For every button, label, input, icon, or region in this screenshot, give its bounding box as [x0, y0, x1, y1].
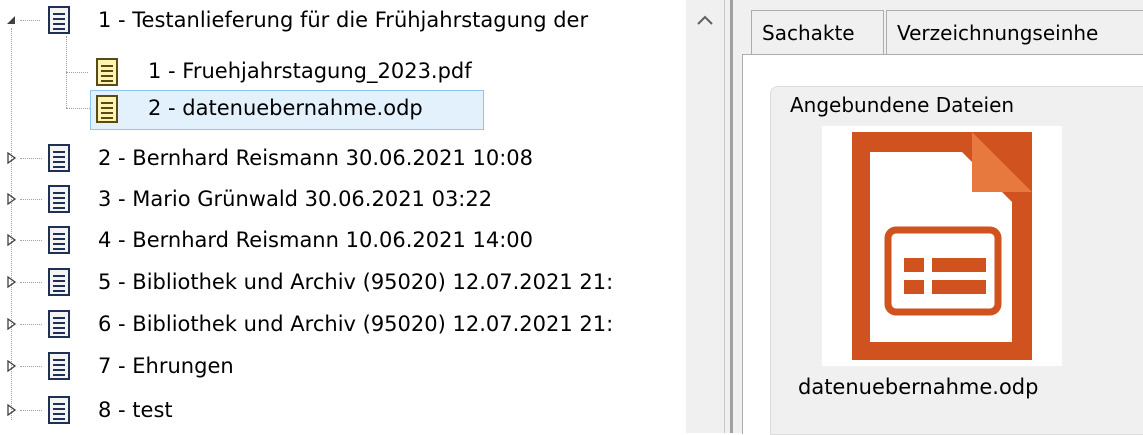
collapse-arrow-icon[interactable]: [5, 14, 17, 26]
document-icon: [48, 352, 70, 380]
document-icon: [48, 268, 70, 296]
tree-child-item[interactable]: 1 - Fruehjahrstagung_2023.pdf: [0, 50, 686, 90]
tree-connector: [20, 324, 42, 325]
tree-item[interactable]: 8 - test: [0, 390, 686, 430]
tab-sachakte[interactable]: Sachakte: [751, 10, 884, 54]
tree-item-label: 1 - Fruehjahrstagung_2023.pdf: [148, 59, 472, 83]
document-icon: [48, 144, 70, 172]
expand-arrow-icon[interactable]: [6, 234, 18, 246]
document-icon: [48, 185, 70, 213]
tree-scrollbar[interactable]: [686, 0, 724, 433]
tab-verzeichnungseinheit[interactable]: Verzeichnungseinhe: [886, 10, 1143, 54]
document-icon: [48, 6, 70, 34]
tree-item[interactable]: 5 - Bibliothek und Archiv (95020) 12.07.…: [0, 264, 686, 304]
document-icon: [48, 226, 70, 254]
tree-connector: [20, 282, 42, 283]
scroll-up-button[interactable]: [686, 0, 724, 40]
tree-connector: [20, 410, 42, 411]
libreoffice-impress-icon: [852, 132, 1032, 360]
splitter-grip: [730, 0, 733, 433]
tree-connector: [20, 158, 42, 159]
document-icon: [48, 310, 70, 338]
tree-item-label: 5 - Bibliothek und Archiv (95020) 12.07.…: [98, 270, 614, 294]
tree-child-item-selected[interactable]: 2 - datenuebernahme.odp: [0, 91, 686, 131]
tree-item-label: 4 - Bernhard Reismann 10.06.2021 14:00: [98, 228, 534, 252]
tree-item[interactable]: 6 - Bibliothek und Archiv (95020) 12.07.…: [0, 306, 686, 346]
attachments-group-title: Angebundene Dateien: [786, 90, 1019, 120]
tree-item-label: 7 - Ehrungen: [98, 354, 234, 378]
tree-item-label: 2 - datenuebernahme.odp: [148, 96, 423, 120]
chevron-up-icon: [697, 15, 713, 25]
tree-connector: [20, 20, 40, 21]
tree-item-root[interactable]: 1 - Testanlieferung für die Frühjahrstag…: [0, 0, 686, 40]
document-tree: 1 - Testanlieferung für die Frühjahrstag…: [0, 0, 686, 433]
tree-connector: [20, 199, 42, 200]
tree-connector: [66, 72, 88, 73]
tree-connector: [20, 366, 42, 367]
file-icon: [96, 58, 118, 86]
expand-arrow-icon[interactable]: [6, 318, 18, 330]
tree-connector: [66, 108, 90, 109]
tree-item-label: 8 - test: [98, 398, 173, 422]
expand-arrow-icon[interactable]: [6, 404, 18, 416]
tree-item-label: 1 - Testanlieferung für die Frühjahrstag…: [98, 8, 589, 32]
expand-arrow-icon[interactable]: [6, 152, 18, 164]
tree-item-label: 2 - Bernhard Reismann 30.06.2021 10:08: [98, 146, 534, 170]
tree-connector: [20, 240, 42, 241]
attachment-file-tile[interactable]: [822, 126, 1062, 366]
expand-arrow-icon[interactable]: [6, 360, 18, 372]
document-icon: [48, 396, 70, 424]
file-icon: [96, 95, 118, 123]
tree-item[interactable]: 3 - Mario Grünwald 30.06.2021 03:22: [0, 181, 686, 221]
tree-item-label: 6 - Bibliothek und Archiv (95020) 12.07.…: [98, 312, 614, 336]
attachment-file-name[interactable]: datenuebernahme.odp: [798, 372, 1038, 402]
tree-item[interactable]: 7 - Ehrungen: [0, 348, 686, 388]
tree-item-label: 3 - Mario Grünwald 30.06.2021 03:22: [98, 187, 493, 211]
expand-arrow-icon[interactable]: [6, 276, 18, 288]
expand-arrow-icon[interactable]: [6, 193, 18, 205]
tree-item[interactable]: 2 - Bernhard Reismann 30.06.2021 10:08: [0, 140, 686, 180]
tree-item[interactable]: 4 - Bernhard Reismann 10.06.2021 14:00: [0, 222, 686, 262]
